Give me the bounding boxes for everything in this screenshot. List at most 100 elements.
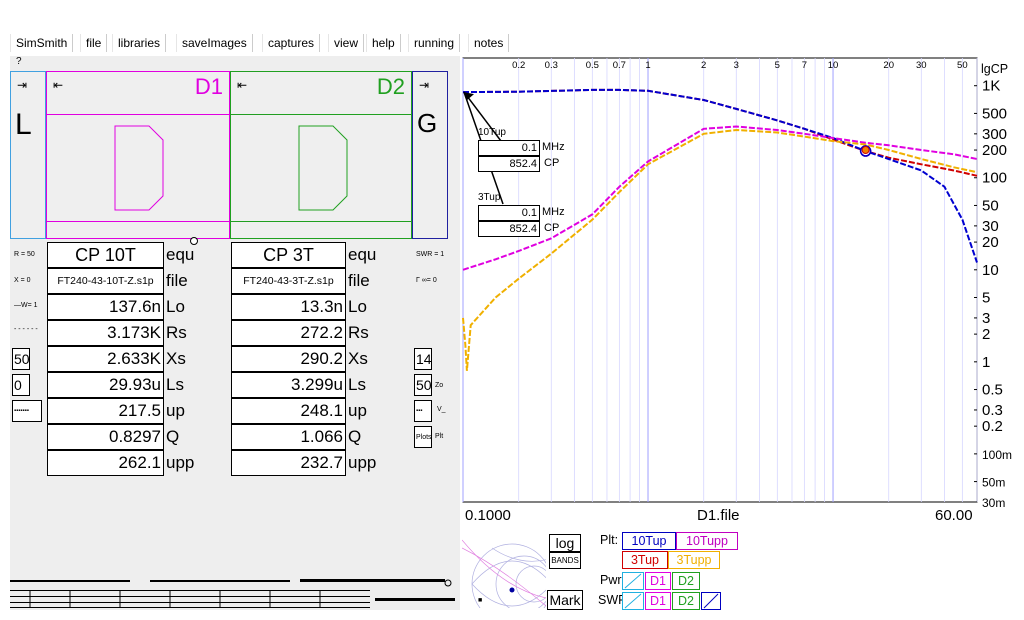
y-tick-label: 0.3 (982, 402, 1003, 419)
menu-view[interactable]: view (328, 34, 365, 52)
chart-area[interactable]: 0.2 0.3 0.5 0.7 1 2 3 5 7 10 20 30 50 1K500300200100… (461, 56, 1017, 524)
swr-gen-button[interactable] (701, 592, 721, 610)
col1-q[interactable]: 0.8297 (47, 424, 164, 450)
menu-bar: SimSmith file libraries saveImages captu… (0, 30, 1024, 54)
x-tick-label: 1 (645, 60, 650, 71)
y-tick-label: 3 (982, 310, 990, 327)
marker1-freq-unit: MHz (542, 141, 565, 153)
plot-3tup-button[interactable]: 3Tup (622, 551, 668, 569)
y-tick-label: 10 (982, 262, 999, 279)
x-tick-label: 2 (701, 60, 706, 71)
status-strip (10, 579, 455, 608)
x-tick-label: 5 (775, 60, 780, 71)
gen-letter: G (417, 108, 438, 138)
col1-rs[interactable]: 3.173K (47, 320, 164, 346)
marker1-val-unit: CP (544, 157, 560, 169)
y-tick-label: 100m (982, 448, 1012, 462)
w-label: —W= 1 (14, 302, 38, 309)
col2-rs[interactable]: 272.2 (231, 320, 346, 346)
v-box[interactable]: ▪▪▪ (414, 400, 432, 422)
v14-box[interactable]: 14 (414, 348, 432, 370)
mark-button[interactable]: Mark (547, 590, 583, 610)
log-button[interactable]: log (549, 534, 581, 552)
marker2-freq-unit: MHz (542, 206, 565, 218)
y-axis-label: lgCP (981, 62, 1008, 76)
col1-up[interactable]: 217.5 (47, 398, 164, 424)
plots-box[interactable]: Plots (414, 426, 432, 448)
pwr-d1-button[interactable]: D1 (645, 572, 671, 590)
col1-lo[interactable]: 137.6n (47, 294, 164, 320)
col2-unit-up: up (348, 401, 367, 420)
col2-up[interactable]: 248.1 (231, 398, 346, 424)
plot-10tup-button[interactable]: 10Tup (622, 532, 676, 550)
col2-ls[interactable]: 3.299u (231, 372, 346, 398)
x-tick-label: 20 (883, 60, 894, 71)
plot-10tupp-button[interactable]: 10Tupp (676, 532, 738, 550)
menu-notes[interactable]: notes (468, 34, 510, 52)
x-tick-label: 0.7 (613, 60, 626, 71)
marker1-val[interactable]: 852.4 (478, 156, 540, 172)
marker-dot (861, 146, 870, 155)
col1-file[interactable]: FT240-43-10T-Z.s1p (47, 268, 164, 294)
menu-saveimages[interactable]: saveImages (176, 34, 253, 52)
x-tick-label: 0.5 (586, 60, 599, 71)
col1-xs[interactable]: 2.633K (47, 346, 164, 372)
col2-xs[interactable]: 290.2 (231, 346, 346, 372)
col2-upp[interactable]: 232.7 (231, 450, 346, 476)
menu-help[interactable]: help (366, 34, 401, 52)
pwr-load-button[interactable] (622, 572, 644, 590)
col1-unit-file: file (166, 271, 188, 290)
pwr-d2-button[interactable]: D2 (672, 572, 700, 590)
y-tick-label: 300 (982, 126, 1007, 143)
menu-simsmith[interactable]: SimSmith (10, 34, 74, 52)
col2-q[interactable]: 1.066 (231, 424, 346, 450)
col2-lo[interactable]: 13.3n (231, 294, 346, 320)
col1-unit-xs: Xs (166, 349, 186, 368)
zo-label: Zo (435, 382, 444, 389)
menu-running[interactable]: running (408, 34, 461, 52)
help-mark[interactable]: ? (16, 56, 22, 67)
swr-d1-button[interactable]: D1 (645, 592, 671, 610)
y-tick-label: 0.5 (982, 382, 1003, 399)
marker2-val[interactable]: 852.4 (478, 221, 540, 237)
load-block[interactable]: ⇥ L (10, 71, 46, 239)
x-tick-label: 3 (734, 60, 739, 71)
y-tick-label: 30m (982, 496, 1005, 510)
d2-diode-icon (298, 125, 348, 211)
menu-libraries[interactable]: libraries (112, 34, 167, 52)
col1-title[interactable]: CP 10T (47, 242, 164, 268)
z-value-box[interactable]: 50 (12, 348, 30, 370)
y-tick-label: 2 (982, 326, 990, 343)
y-tick-label: 5 (982, 289, 990, 306)
swr-d2-button[interactable]: D2 (672, 592, 700, 610)
plot-3tupp-button[interactable]: 3Tupp (668, 551, 720, 569)
d1-block[interactable]: ⇤ D1 (46, 71, 230, 239)
mini-smith-chart[interactable]: ■ (462, 528, 546, 608)
swr-load-button[interactable] (622, 592, 644, 610)
x-axis-right: 60.00 (935, 507, 973, 524)
col2-file[interactable]: FT240-43-3T-Z.s1p (231, 268, 346, 294)
zo-value-box[interactable]: 50 (414, 374, 432, 396)
menu-file[interactable]: file (80, 34, 108, 52)
d2-block[interactable]: ⇤ D2 (230, 71, 412, 239)
y-tick-label: 1K (982, 78, 1000, 95)
x-tick-label: 0.3 (545, 60, 558, 71)
col1-upp[interactable]: 262.1 (47, 450, 164, 476)
menu-captures[interactable]: captures (262, 34, 321, 52)
plot-frame (462, 57, 978, 503)
col1-ls[interactable]: 29.93u (47, 372, 164, 398)
col1-unit-lo: Lo (166, 297, 185, 316)
bands-button[interactable]: BANDS (549, 552, 581, 569)
generator-block[interactable]: ⇥ G (412, 71, 448, 239)
marker2-freq[interactable]: 0.1 (478, 205, 540, 221)
left-option-box[interactable]: ▪▪▪▪▪▪▪ (12, 400, 42, 422)
zero-value-box[interactable]: 0 (12, 374, 30, 396)
col2-title[interactable]: CP 3T (231, 242, 346, 268)
x-axis-center: D1.file (697, 507, 740, 524)
x-tick-label: 0.2 (512, 60, 525, 71)
col1-unit-q: Q (166, 427, 180, 446)
marker1-freq[interactable]: 0.1 (478, 140, 540, 156)
y-tick-label: 1 (982, 354, 990, 371)
x-tick-label: 50 (957, 60, 968, 71)
y-tick-label: 0.2 (982, 418, 1003, 435)
